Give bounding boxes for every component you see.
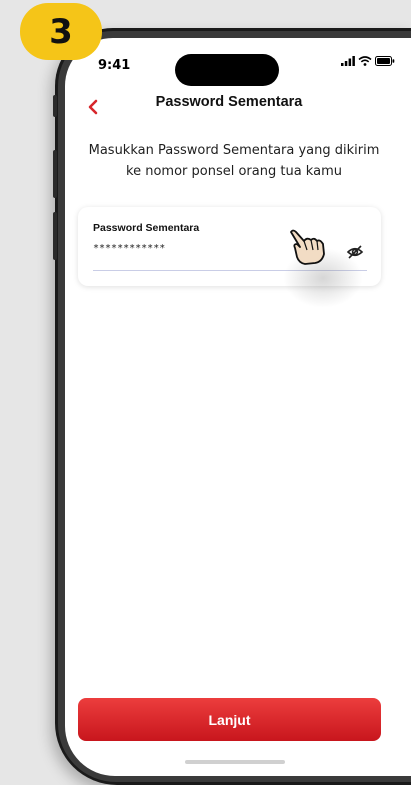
hand-pointer-icon — [285, 226, 329, 270]
phone-screen: 9:41 Password Sementara Masukkan Passwor… — [65, 38, 411, 776]
page-title: Password Sementara — [155, 94, 303, 110]
status-icons — [341, 56, 395, 66]
home-indicator — [185, 760, 285, 764]
password-input[interactable] — [93, 243, 303, 254]
side-button — [53, 150, 57, 198]
instruction-text: Masukkan Password Sementara yang dikirim… — [88, 143, 380, 179]
side-button — [53, 95, 57, 117]
wifi-icon — [358, 56, 372, 66]
dynamic-island — [175, 54, 279, 86]
password-label: Password Sementara — [93, 222, 200, 234]
status-time: 9:41 — [98, 58, 131, 73]
continue-button[interactable]: Lanjut — [78, 698, 381, 741]
signal-icon — [341, 56, 355, 66]
battery-icon — [375, 56, 395, 66]
step-badge: 3 — [20, 3, 102, 60]
side-button — [53, 212, 57, 260]
